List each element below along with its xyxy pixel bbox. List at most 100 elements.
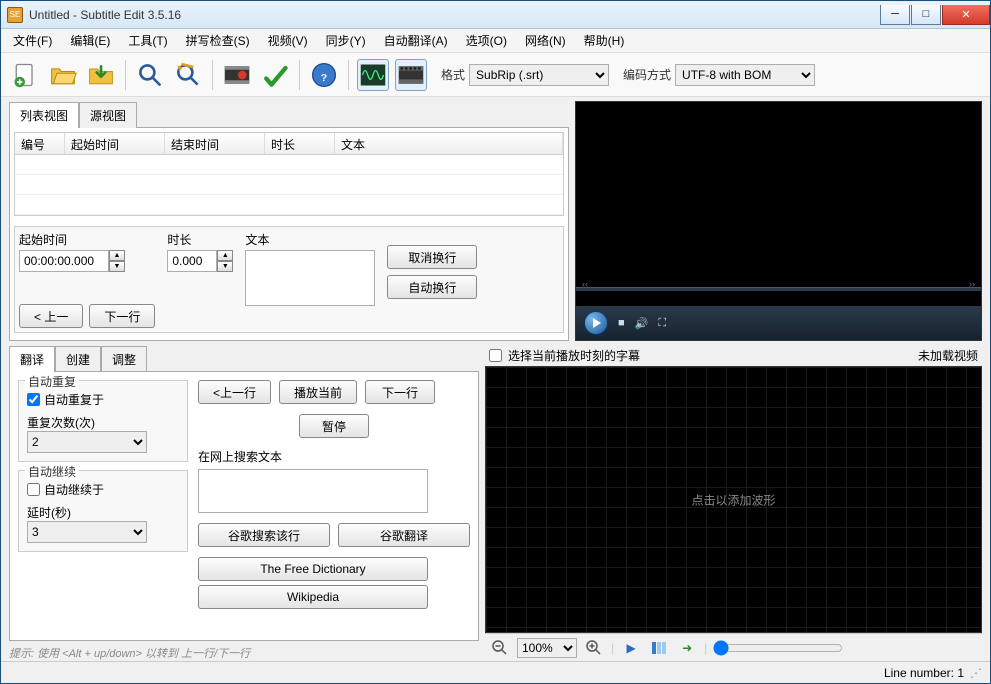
titlebar: SE Untitled - Subtitle Edit 3.5.16 ─ □ ✕ — [1, 1, 990, 29]
statusbar: Line number: 1 ⋰ — [1, 661, 990, 683]
wave-position-icon[interactable] — [648, 637, 670, 659]
duration-up[interactable]: ▲ — [217, 250, 233, 261]
replace-icon[interactable] — [172, 59, 204, 91]
help-icon[interactable]: ? — [308, 59, 340, 91]
new-file-icon[interactable] — [9, 59, 41, 91]
menu-sync[interactable]: 同步(Y) — [318, 29, 374, 52]
waveform-message: 点击以添加波形 — [691, 491, 775, 508]
hint-text: 提示: 使用 <Alt + up/down> 以转到 上一行/下一行 — [9, 645, 479, 661]
menu-options[interactable]: 选项(O) — [458, 29, 515, 52]
menu-spellcheck[interactable]: 拼写检查(S) — [178, 29, 258, 52]
autobreak-button[interactable]: 自动换行 — [387, 275, 477, 299]
waveform-toggle-icon[interactable] — [357, 59, 389, 91]
col-duration[interactable]: 时长 — [265, 133, 335, 154]
no-video-label: 未加载视频 — [918, 347, 978, 364]
volume-icon[interactable]: 🔊 — [635, 317, 649, 330]
play-current-button[interactable]: 播放当前 — [279, 380, 357, 404]
start-time-up[interactable]: ▲ — [109, 250, 125, 261]
zoom-select[interactable]: 100% — [517, 638, 577, 658]
toolbar: ? 格式 SubRip (.srt) 编码方式 UTF-8 with BOM — [1, 53, 990, 97]
duration-label: 时长 — [167, 231, 233, 248]
window-title: Untitled - Subtitle Edit 3.5.16 — [29, 8, 879, 22]
waveform-area[interactable]: 点击以添加波形 — [485, 366, 982, 633]
maximize-button[interactable]: □ — [911, 5, 941, 25]
trans-prev-button[interactable]: <上一行 — [198, 380, 271, 404]
duration-down[interactable]: ▼ — [217, 261, 233, 272]
repeat-count-select[interactable]: 2 — [27, 431, 147, 453]
encoding-label: 编码方式 — [623, 66, 671, 83]
zoom-in-icon[interactable] — [583, 637, 605, 659]
autorepeat-checkbox[interactable] — [27, 393, 40, 406]
duration-input[interactable] — [167, 250, 217, 272]
subtitle-grid[interactable]: 编号 起始时间 结束时间 时长 文本 — [14, 132, 564, 216]
menu-network[interactable]: 网络(N) — [517, 29, 574, 52]
zoom-out-icon[interactable] — [489, 637, 511, 659]
format-label: 格式 — [441, 66, 465, 83]
col-end[interactable]: 结束时间 — [165, 133, 265, 154]
google-translate-button[interactable]: 谷歌翻译 — [338, 523, 470, 547]
save-file-icon[interactable] — [85, 59, 117, 91]
fullscreen-icon[interactable]: ⛶ — [658, 317, 666, 330]
google-search-button[interactable]: 谷歌搜索该行 — [198, 523, 330, 547]
col-text[interactable]: 文本 — [335, 133, 563, 154]
start-time-input[interactable] — [19, 250, 109, 272]
wave-play-icon[interactable]: ▶ — [620, 637, 642, 659]
menu-autotranslate[interactable]: 自动翻译(A) — [376, 29, 456, 52]
tab-adjust[interactable]: 调整 — [101, 346, 147, 372]
wave-next-icon[interactable]: ➜ — [676, 637, 698, 659]
wikipedia-button[interactable]: Wikipedia — [198, 585, 428, 609]
video-panel: ■ 🔊 ⛶ — [575, 101, 982, 341]
minimize-button[interactable]: ─ — [880, 5, 910, 25]
col-number[interactable]: 编号 — [15, 133, 65, 154]
start-time-label: 起始时间 — [19, 231, 155, 248]
encoding-select[interactable]: UTF-8 with BOM — [675, 64, 815, 86]
menu-edit[interactable]: 编辑(E) — [62, 29, 118, 52]
svg-text:?: ? — [321, 72, 327, 84]
menu-help[interactable]: 帮助(H) — [576, 29, 633, 52]
wave-slider[interactable] — [713, 640, 843, 656]
menu-tools[interactable]: 工具(T) — [120, 29, 175, 52]
trans-next-button[interactable]: 下一行 — [365, 380, 435, 404]
autorepeat-chk-label: 自动重复于 — [44, 391, 104, 408]
search-text-input[interactable] — [198, 469, 428, 513]
start-time-down[interactable]: ▼ — [109, 261, 125, 272]
col-start[interactable]: 起始时间 — [65, 133, 165, 154]
freedict-button[interactable]: The Free Dictionary — [198, 557, 428, 581]
spellcheck-icon[interactable] — [259, 59, 291, 91]
delay-label: 延时(秒) — [27, 506, 71, 520]
pause-button[interactable]: 暂停 — [299, 414, 369, 438]
select-current-label: 选择当前播放时刻的字幕 — [508, 347, 640, 364]
tab-translate[interactable]: 翻译 — [9, 346, 55, 372]
stop-icon[interactable]: ■ — [618, 317, 625, 329]
tab-create[interactable]: 创建 — [55, 346, 101, 372]
select-current-checkbox[interactable] — [489, 349, 502, 362]
format-select[interactable]: SubRip (.srt) — [469, 64, 609, 86]
menubar: 文件(F) 编辑(E) 工具(T) 拼写检查(S) 视频(V) 同步(Y) 自动… — [1, 29, 990, 53]
unbreak-button[interactable]: 取消换行 — [387, 245, 477, 269]
autocontinue-chk-label: 自动继续于 — [44, 481, 104, 498]
next-line-button[interactable]: 下一行 — [89, 304, 155, 328]
status-resize-grip[interactable]: ⋰ — [970, 666, 982, 680]
find-icon[interactable] — [134, 59, 166, 91]
video-toggle-icon[interactable] — [395, 59, 427, 91]
prev-line-button[interactable]: < 上一 — [19, 304, 83, 328]
autorepeat-legend: 自动重复 — [25, 373, 79, 390]
subtitle-text-input[interactable] — [245, 250, 375, 306]
play-button[interactable] — [584, 311, 608, 335]
menu-video[interactable]: 视频(V) — [260, 29, 316, 52]
text-label: 文本 — [245, 231, 375, 248]
line-number-label: Line number: 1 — [884, 666, 964, 680]
visual-sync-icon[interactable] — [221, 59, 253, 91]
delay-select[interactable]: 3 — [27, 521, 147, 543]
video-display[interactable] — [576, 102, 981, 302]
repeat-count-label: 重复次数(次) — [27, 416, 95, 430]
autocontinue-checkbox[interactable] — [27, 483, 40, 496]
open-file-icon[interactable] — [47, 59, 79, 91]
menu-file[interactable]: 文件(F) — [5, 29, 60, 52]
app-icon: SE — [7, 7, 23, 23]
tab-listview[interactable]: 列表视图 — [9, 102, 79, 128]
tab-sourceview[interactable]: 源视图 — [79, 102, 137, 128]
autocontinue-legend: 自动继续 — [25, 463, 79, 480]
close-button[interactable]: ✕ — [942, 5, 990, 25]
video-seekbar[interactable] — [576, 287, 981, 291]
